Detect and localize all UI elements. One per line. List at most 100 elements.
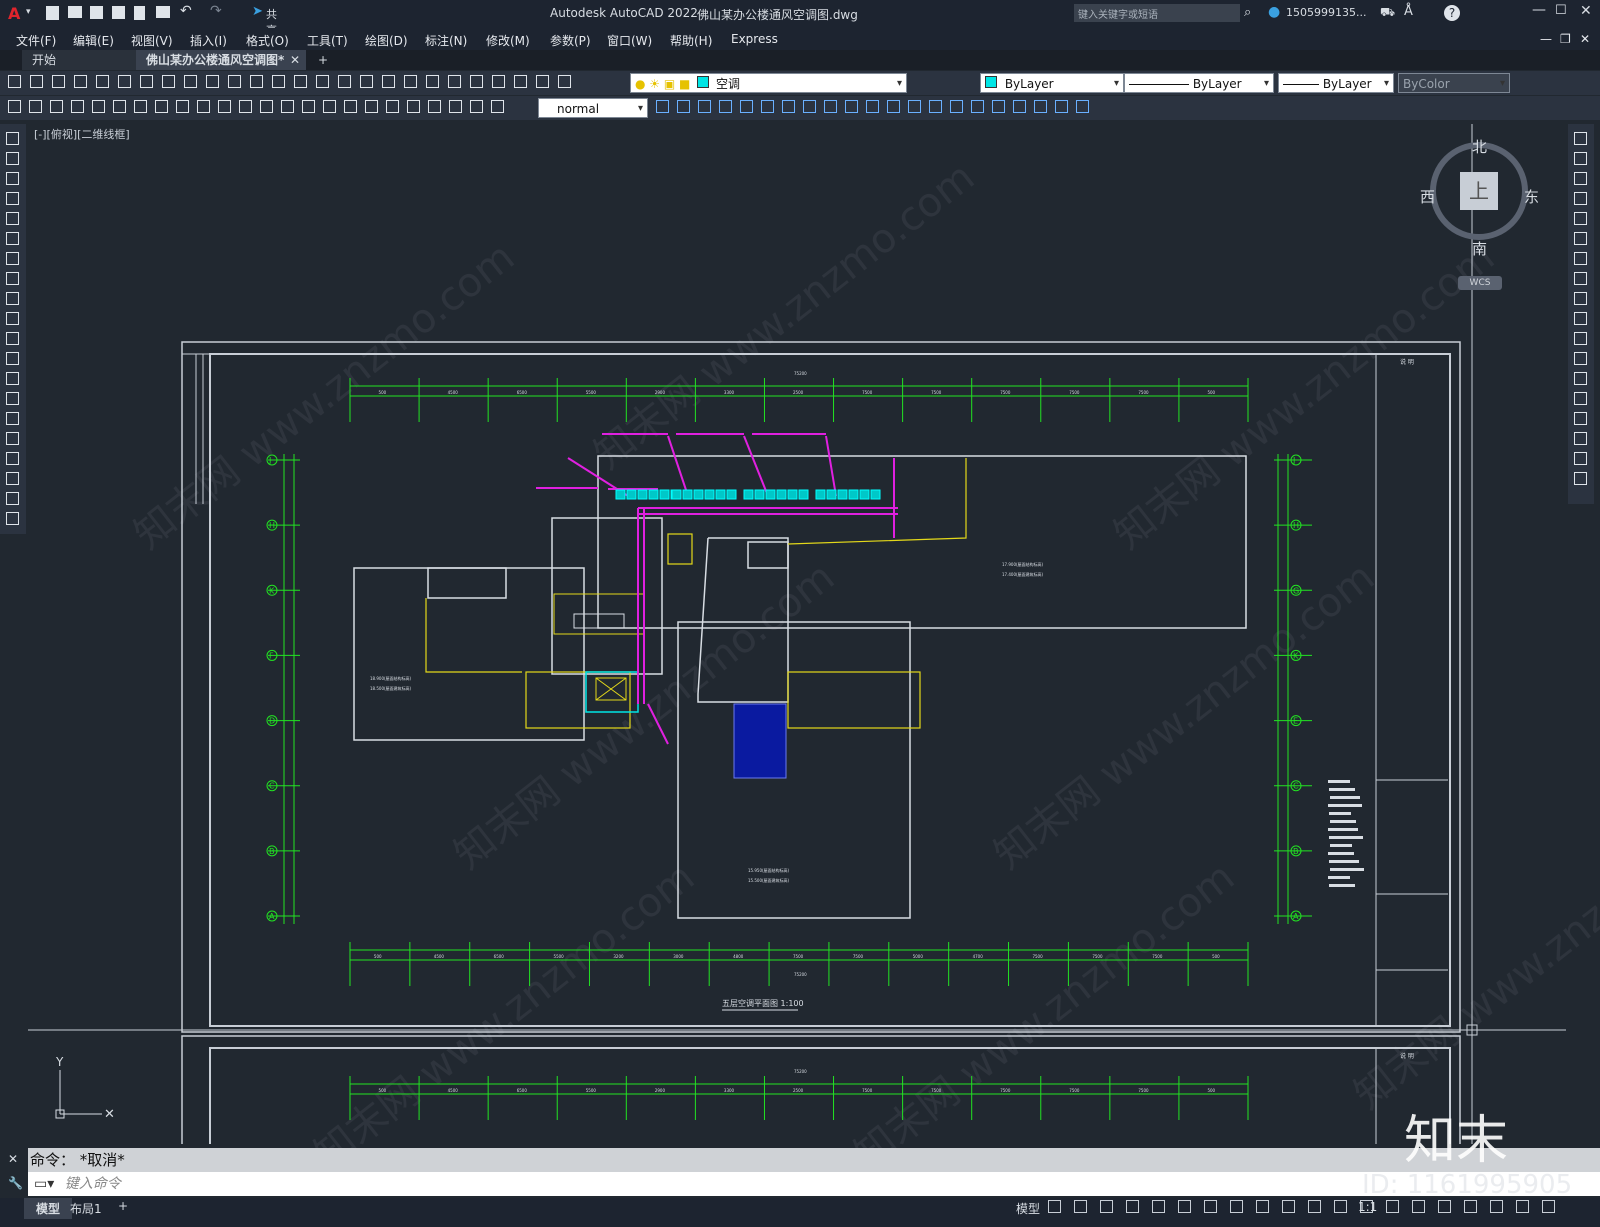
command-settings-icon[interactable]: 🔧	[8, 1176, 23, 1190]
linetype-dropdown[interactable]: ByLayer	[1124, 73, 1274, 94]
user-icon[interactable]: ●	[1268, 4, 1280, 20]
tab-document[interactable]: 佛山某办公楼通风空调图* ✕	[136, 50, 306, 70]
layout1-tab[interactable]: 布局1	[70, 1200, 102, 1217]
toolbar-tool-icon[interactable]	[176, 100, 189, 113]
toolbar-tool-icon[interactable]	[1464, 1200, 1477, 1213]
toolbar-tool-icon[interactable]	[6, 452, 19, 465]
color-dropdown[interactable]: ByLayer	[980, 73, 1124, 94]
toolbar-tool-icon[interactable]	[6, 512, 19, 525]
tab-start[interactable]: 开始	[22, 50, 152, 70]
minimize-icon[interactable]: —	[1532, 2, 1546, 18]
toolbar-tool-icon[interactable]	[30, 75, 43, 88]
toolbar-tool-icon[interactable]	[1574, 372, 1587, 385]
menu-modify[interactable]: 修改(M)	[486, 32, 530, 49]
toolbar-tool-icon[interactable]	[71, 100, 84, 113]
user-name[interactable]: 1505999135...	[1286, 6, 1366, 19]
doc-restore-icon[interactable]: ❐	[1560, 32, 1571, 46]
toolbar-tool-icon[interactable]	[1574, 272, 1587, 285]
new-tab-button[interactable]: +	[308, 50, 338, 70]
toolbar-tool-icon[interactable]	[1574, 152, 1587, 165]
autocad-logo-icon[interactable]: A	[8, 4, 20, 23]
model-space-button[interactable]: 模型	[1016, 1200, 1040, 1217]
toolbar-tool-icon[interactable]	[536, 75, 549, 88]
command-prompt-icon[interactable]: ▭▾	[28, 1176, 60, 1192]
toolbar-tool-icon[interactable]	[1048, 1200, 1061, 1213]
toolbar-tool-icon[interactable]	[1034, 100, 1047, 113]
toolbar-tool-icon[interactable]	[1574, 412, 1587, 425]
toolbar-tool-icon[interactable]	[294, 75, 307, 88]
toolbar-tool-icon[interactable]	[1574, 212, 1587, 225]
toolbar-tool-icon[interactable]	[491, 100, 504, 113]
toolbar-tool-icon[interactable]	[1574, 172, 1587, 185]
toolbar-tool-icon[interactable]	[740, 100, 753, 113]
cart-icon[interactable]: ⛟	[1380, 5, 1395, 21]
toolbar-tool-icon[interactable]	[6, 372, 19, 385]
toolbar-tool-icon[interactable]	[1178, 1200, 1191, 1213]
toolbar-tool-icon[interactable]	[1574, 452, 1587, 465]
save-as-icon[interactable]	[112, 6, 125, 19]
toolbar-tool-icon[interactable]	[302, 100, 315, 113]
toolbar-tool-icon[interactable]	[272, 75, 285, 88]
toolbar-tool-icon[interactable]	[514, 75, 527, 88]
toolbar-tool-icon[interactable]	[344, 100, 357, 113]
toolbar-tool-icon[interactable]	[1574, 132, 1587, 145]
toolbar-tool-icon[interactable]	[1574, 192, 1587, 205]
toolbar-tool-icon[interactable]	[52, 75, 65, 88]
toolbar-tool-icon[interactable]	[1574, 472, 1587, 485]
toolbar-tool-icon[interactable]	[908, 100, 921, 113]
toolbar-tool-icon[interactable]	[824, 100, 837, 113]
compass-north[interactable]: 北	[1472, 136, 1487, 157]
toolbar-tool-icon[interactable]	[1230, 1200, 1243, 1213]
toolbar-tool-icon[interactable]	[134, 100, 147, 113]
toolbar-tool-icon[interactable]	[338, 75, 351, 88]
toolbar-tool-icon[interactable]	[449, 100, 462, 113]
menu-help[interactable]: 帮助(H)	[670, 32, 712, 49]
app-menu-arrow-icon[interactable]: ▾	[26, 7, 31, 17]
toolbar-tool-icon[interactable]	[8, 75, 21, 88]
toolbar-tool-icon[interactable]	[316, 75, 329, 88]
tab-close-icon[interactable]: ✕	[290, 50, 300, 70]
toolbar-tool-icon[interactable]	[250, 75, 263, 88]
viewcube[interactable]: 上 北 南 西 东 WCS	[1408, 134, 1539, 294]
toolbar-tool-icon[interactable]	[1574, 352, 1587, 365]
toolbar-tool-icon[interactable]	[1574, 232, 1587, 245]
menu-parametric[interactable]: 参数(P)	[550, 32, 591, 49]
menu-dimension[interactable]: 标注(N)	[425, 32, 467, 49]
toolbar-tool-icon[interactable]	[698, 100, 711, 113]
toolbar-tool-icon[interactable]	[1334, 1200, 1347, 1213]
toolbar-tool-icon[interactable]	[1438, 1200, 1451, 1213]
toolbar-tool-icon[interactable]	[162, 75, 175, 88]
toolbar-tool-icon[interactable]	[323, 100, 336, 113]
toolbar-tool-icon[interactable]	[6, 312, 19, 325]
menu-view[interactable]: 视图(V)	[131, 32, 173, 49]
toolbar-tool-icon[interactable]	[1542, 1200, 1555, 1213]
toolbar-tool-icon[interactable]	[140, 75, 153, 88]
toolbar-tool-icon[interactable]	[1516, 1200, 1529, 1213]
toolbar-tool-icon[interactable]	[782, 100, 795, 113]
toolbar-tool-icon[interactable]	[1152, 1200, 1165, 1213]
toolbar-tool-icon[interactable]	[6, 292, 19, 305]
text-style-dropdown[interactable]: normal	[538, 98, 648, 119]
toolbar-tool-icon[interactable]	[677, 100, 690, 113]
toolbar-tool-icon[interactable]	[6, 272, 19, 285]
redo-icon[interactable]: ↷	[210, 3, 222, 19]
autodesk-app-icon[interactable]: Å	[1404, 4, 1413, 19]
toolbar-tool-icon[interactable]	[1204, 1200, 1217, 1213]
search-box[interactable]: 键入关键字或短语	[1074, 4, 1240, 22]
plotstyle-dropdown[interactable]: ByColor	[1398, 73, 1510, 94]
menu-file[interactable]: 文件(F)	[16, 32, 56, 49]
toolbar-tool-icon[interactable]	[206, 75, 219, 88]
toolbar-tool-icon[interactable]	[113, 100, 126, 113]
search-input[interactable]: 键入关键字或短语	[1078, 6, 1158, 21]
toolbar-tool-icon[interactable]	[197, 100, 210, 113]
toolbar-tool-icon[interactable]	[184, 75, 197, 88]
toolbar-tool-icon[interactable]	[260, 100, 273, 113]
toolbar-tool-icon[interactable]	[470, 100, 483, 113]
toolbar-tool-icon[interactable]	[950, 100, 963, 113]
toolbar-tool-icon[interactable]	[1574, 252, 1587, 265]
toolbar-tool-icon[interactable]	[1076, 100, 1089, 113]
toolbar-tool-icon[interactable]	[218, 100, 231, 113]
toolbar-tool-icon[interactable]	[6, 252, 19, 265]
menu-tools[interactable]: 工具(T)	[307, 32, 348, 49]
toolbar-tool-icon[interactable]	[239, 100, 252, 113]
